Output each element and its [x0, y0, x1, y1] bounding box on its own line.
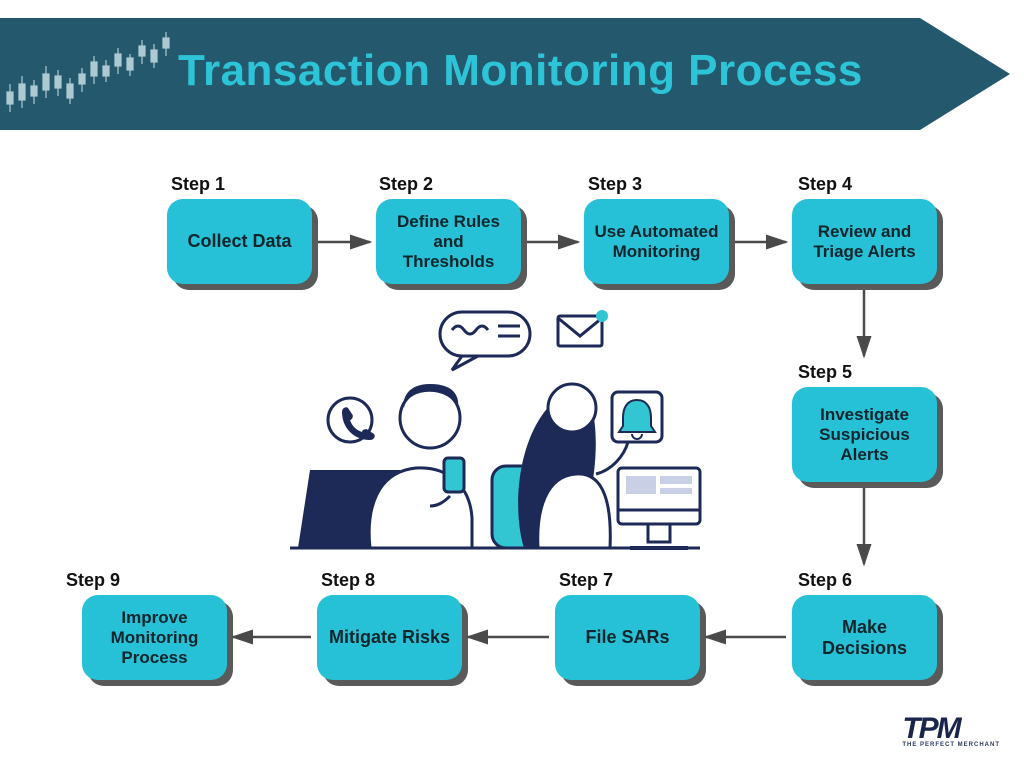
phone-icon — [328, 398, 375, 442]
envelope-icon — [558, 310, 608, 346]
chat-bubble-icon — [440, 312, 530, 370]
step-1-label: Step 1 — [171, 174, 225, 195]
brand-logo: TPM THE PERFECT MERCHANT — [902, 712, 1000, 748]
logo-text: TPM — [902, 712, 959, 745]
step-8-box: Mitigate Risks — [317, 595, 462, 680]
candlestick-decoration-icon — [2, 26, 177, 122]
header-banner: Transaction Monitoring Process — [0, 18, 1024, 130]
step-5-box: Investigate Suspicious Alerts — [792, 387, 937, 482]
step-6-box: Make Decisions — [792, 595, 937, 680]
step-3-box: Use Automated Monitoring — [584, 199, 729, 284]
step-1-text: Collect Data — [187, 231, 291, 252]
step-9-box: Improve Monitoring Process — [82, 595, 227, 680]
logo-subtext: THE PERFECT MERCHANT — [902, 742, 1000, 748]
step-6-text: Make Decisions — [802, 617, 927, 659]
step-6-label: Step 6 — [798, 570, 852, 591]
step-5-text: Investigate Suspicious Alerts — [802, 405, 927, 465]
step-2-box: Define Rules and Thresholds — [376, 199, 521, 284]
step-3-text: Use Automated Monitoring — [594, 222, 719, 262]
step-7-label: Step 7 — [559, 570, 613, 591]
step-9-text: Improve Monitoring Process — [92, 608, 217, 668]
step-7-text: File SARs — [585, 627, 669, 648]
step-5-label: Step 5 — [798, 362, 852, 383]
step-2-text: Define Rules and Thresholds — [386, 212, 511, 272]
step-4-text: Review and Triage Alerts — [802, 222, 927, 262]
step-3-label: Step 3 — [588, 174, 642, 195]
step-2-label: Step 2 — [379, 174, 433, 195]
step-8-text: Mitigate Risks — [329, 627, 450, 648]
step-9-label: Step 9 — [66, 570, 120, 591]
desktop-icon — [618, 468, 700, 548]
step-4-box: Review and Triage Alerts — [792, 199, 937, 284]
person-male-icon — [369, 384, 472, 548]
step-8-label: Step 8 — [321, 570, 375, 591]
step-7-box: File SARs — [555, 595, 700, 680]
step-4-label: Step 4 — [798, 174, 852, 195]
step-1-box: Collect Data — [167, 199, 312, 284]
people-communication-illustration — [280, 300, 710, 560]
page-title: Transaction Monitoring Process — [178, 46, 863, 96]
bell-icon — [612, 392, 662, 442]
